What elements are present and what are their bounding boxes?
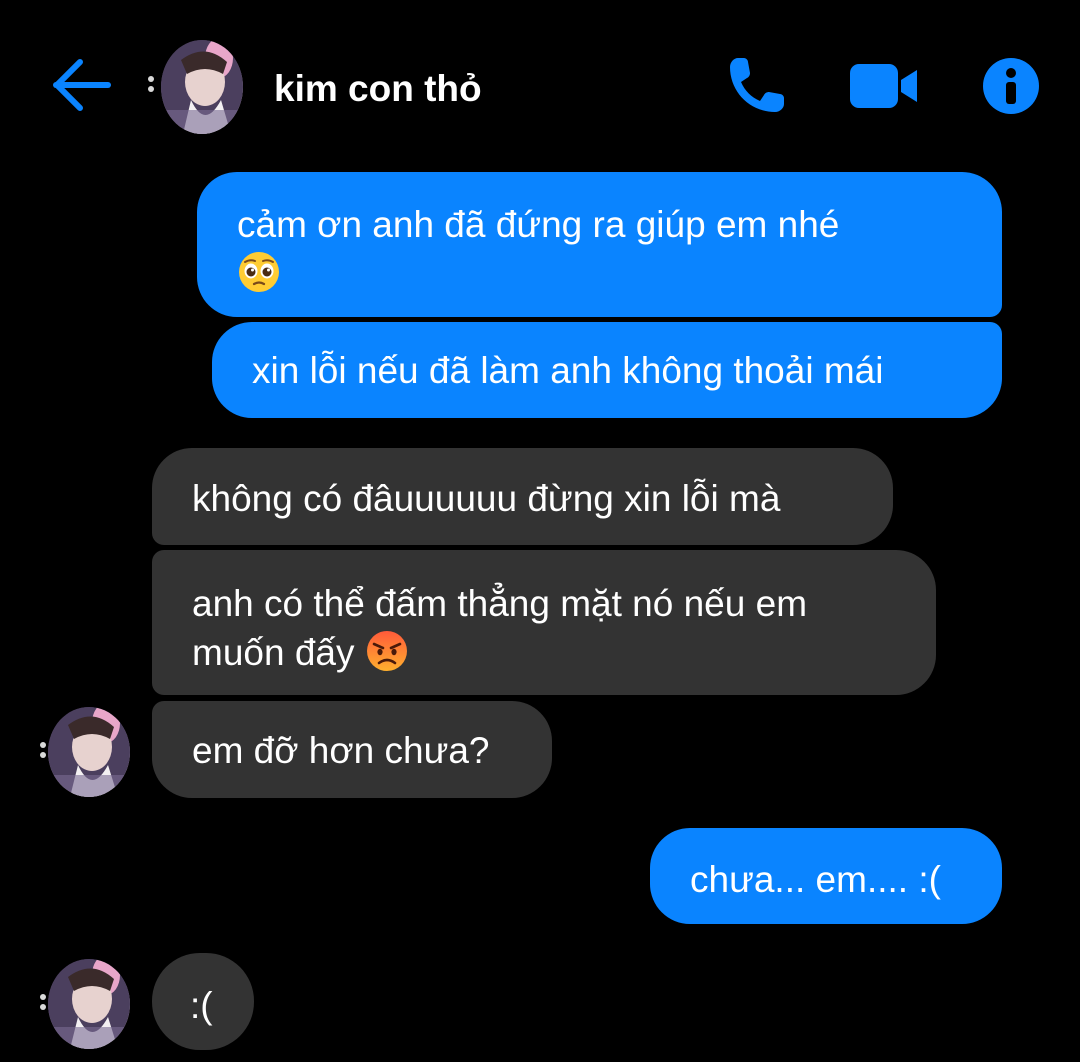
video-camera-icon [850,64,917,108]
message-text: xin lỗi nếu đã làm anh không thoải mái [252,350,884,391]
pleading-face-icon [237,250,281,294]
contact-avatar[interactable] [161,40,243,134]
info-icon [983,58,1039,114]
message-text: :( [190,985,213,1026]
message-bubble-incoming[interactable]: anh có thể đấm thẳng mặt nó nếu em muốn … [152,550,936,695]
back-button[interactable] [50,55,114,115]
video-call-button[interactable] [849,58,919,114]
message-text: chưa... em.... :( [690,859,941,900]
avatar-status-dots [40,742,48,762]
avatar-image [48,707,130,797]
arrow-left-icon [53,59,111,111]
avatar-status-dots [148,76,156,96]
message-bubble-incoming[interactable]: :( [152,953,254,1050]
message-text: em đỡ hơn chưa? [192,730,490,771]
message-bubble-outgoing[interactable]: cảm ơn anh đã đứng ra giúp em nhé [197,172,1002,317]
message-text: cảm ơn anh đã đứng ra giúp em nhé [237,204,840,245]
avatar-status-dots [40,994,48,1014]
phone-icon [730,58,784,112]
info-button[interactable] [982,57,1040,115]
message-text: anh có thể đấm thẳng mặt nó nếu em muốn … [192,583,818,673]
message-bubble-outgoing[interactable]: xin lỗi nếu đã làm anh không thoải mái [212,322,1002,418]
message-bubble-outgoing[interactable]: chưa... em.... :( [650,828,1002,924]
avatar-image [161,40,243,134]
contact-name[interactable]: kim con thỏ [274,68,482,110]
call-button[interactable] [724,54,788,118]
message-bubble-incoming[interactable]: em đỡ hơn chưa? [152,701,552,798]
sender-avatar[interactable] [48,959,130,1049]
angry-face-icon [365,629,409,673]
sender-avatar[interactable] [48,707,130,797]
chat-header: kim con thỏ [0,0,1080,160]
message-text: không có đâuuuuuu đừng xin lỗi mà [192,478,781,519]
avatar-image [48,959,130,1049]
message-bubble-incoming[interactable]: không có đâuuuuuu đừng xin lỗi mà [152,448,893,545]
